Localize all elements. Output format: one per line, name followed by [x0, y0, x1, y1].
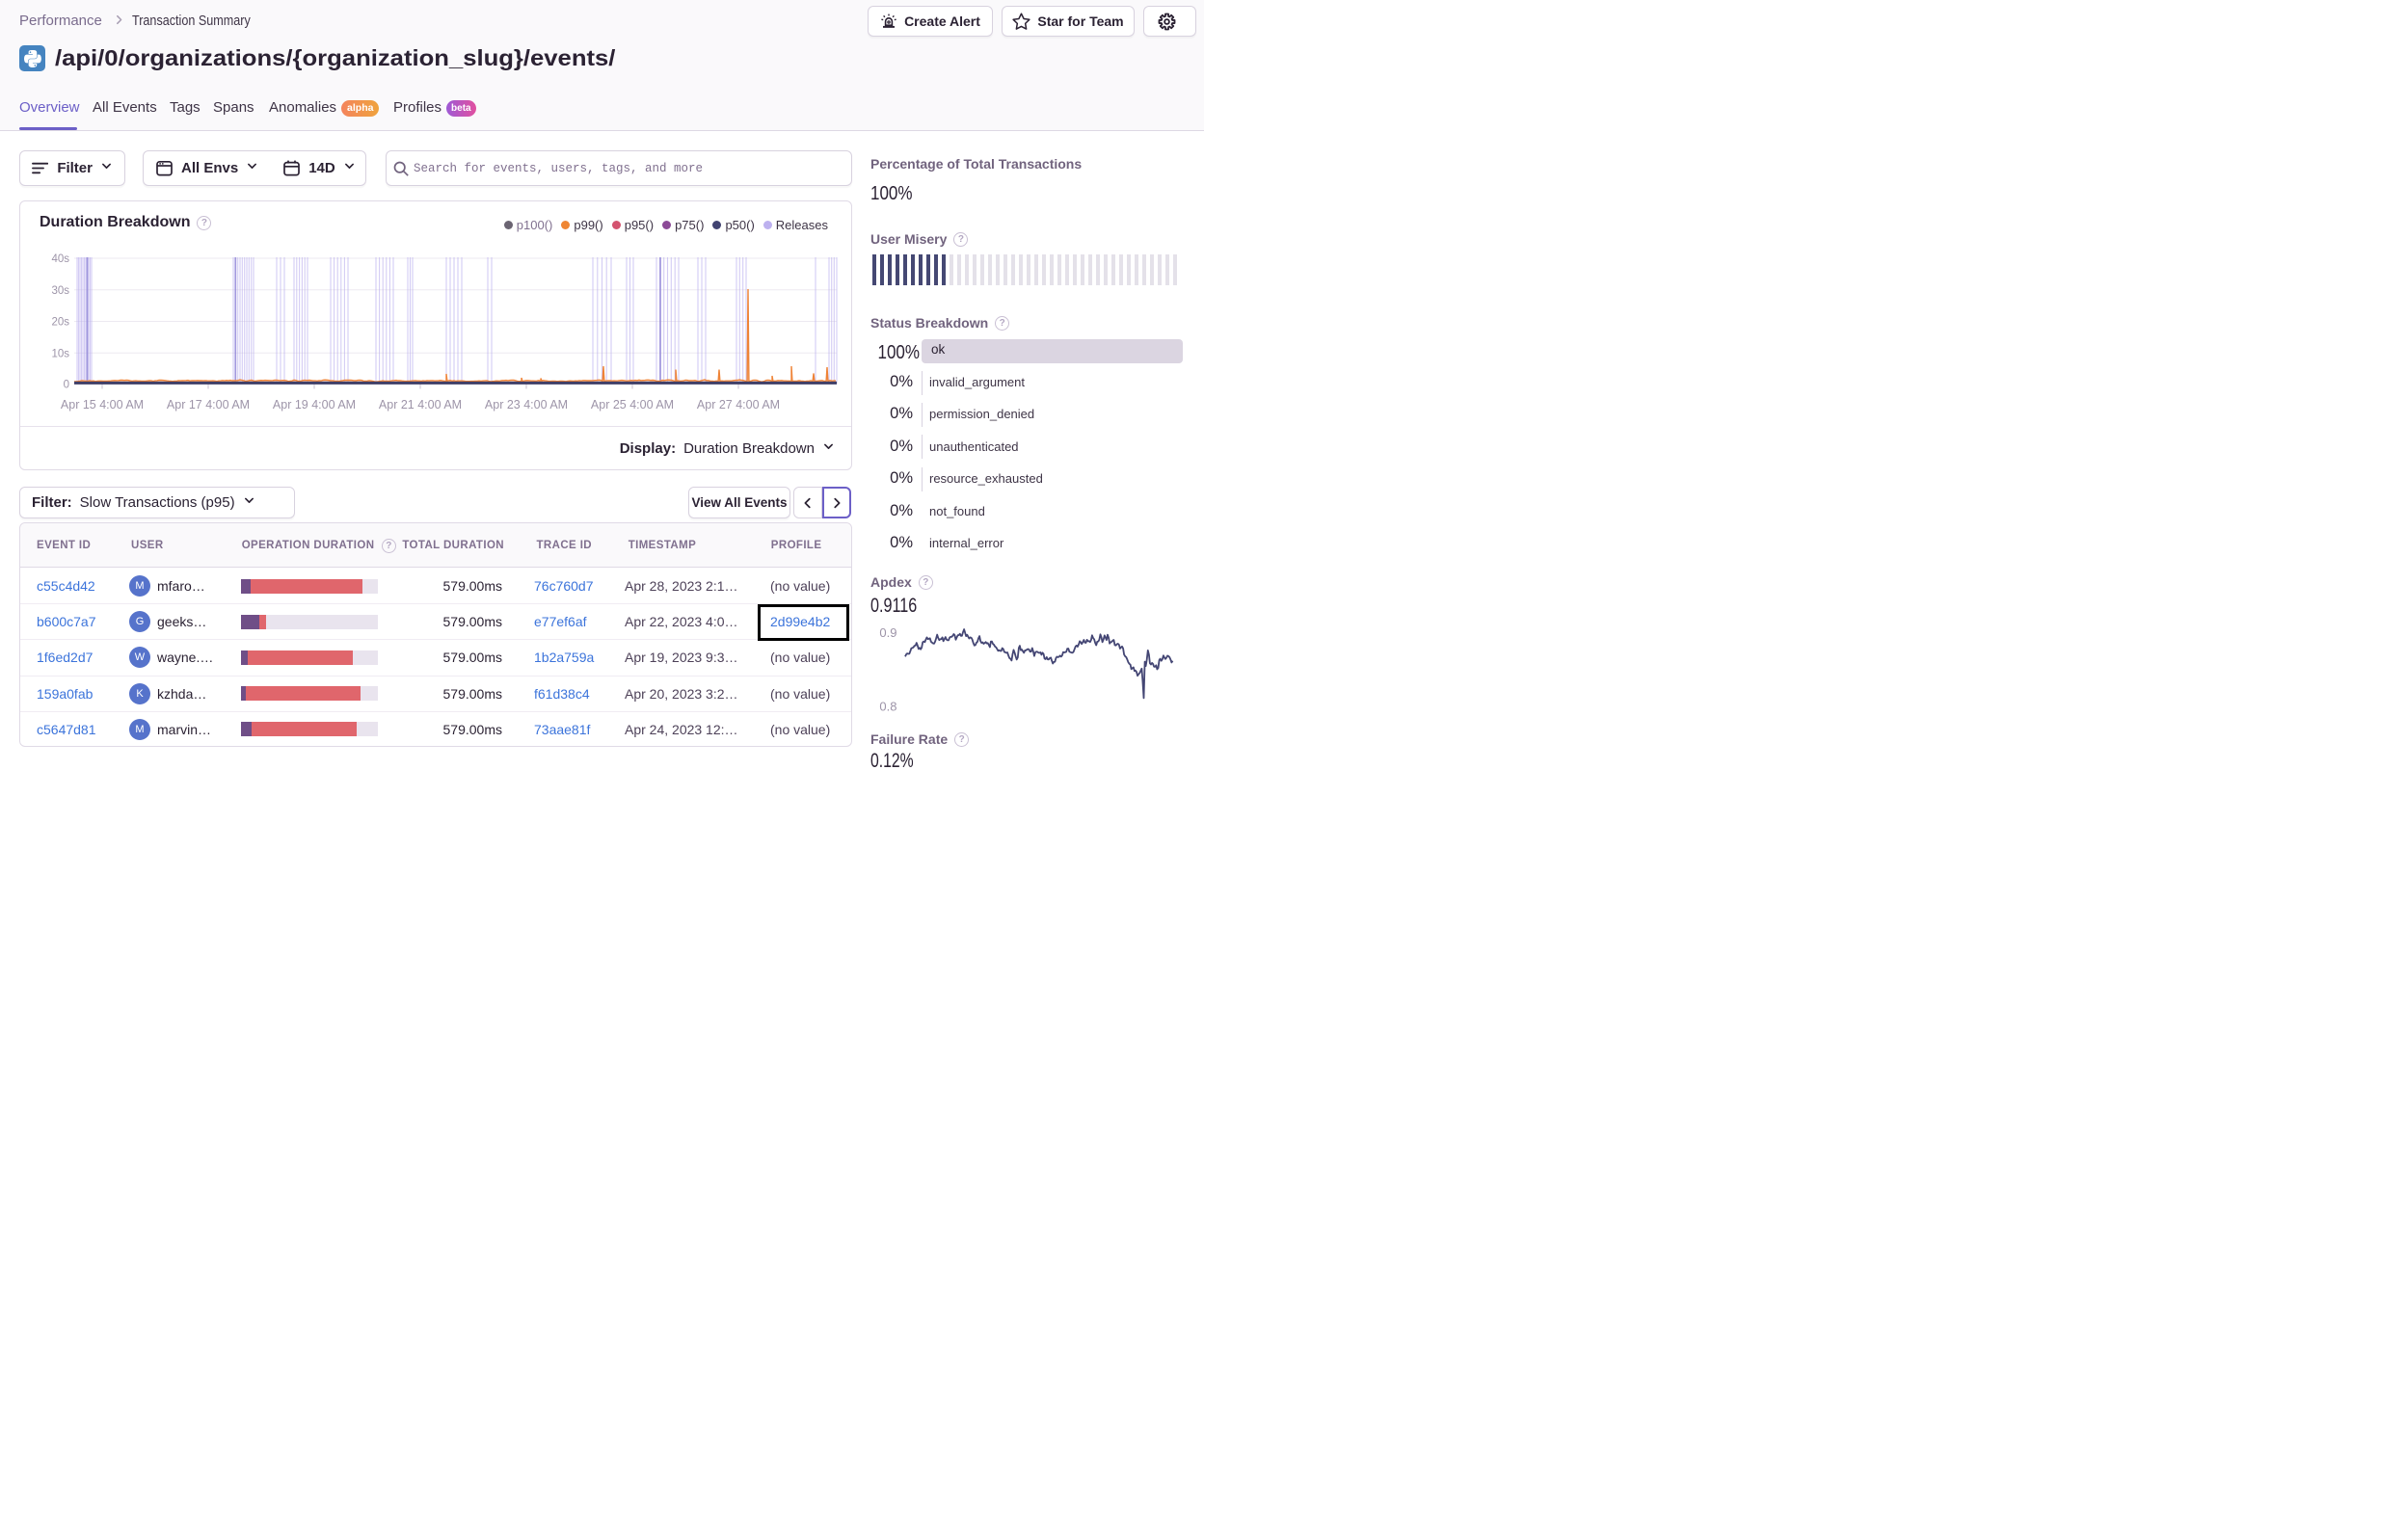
svg-text:40s: 40s	[51, 253, 69, 265]
svg-text:Apr 15 4:00 AM: Apr 15 4:00 AM	[61, 398, 144, 411]
svg-text:0: 0	[64, 380, 69, 391]
svg-text:Apr 21 4:00 AM: Apr 21 4:00 AM	[379, 398, 462, 411]
svg-text:0.9: 0.9	[879, 625, 896, 640]
svg-text:Apr 23 4:00 AM: Apr 23 4:00 AM	[485, 398, 568, 411]
svg-text:Apr 25 4:00 AM: Apr 25 4:00 AM	[591, 398, 674, 411]
svg-text:30s: 30s	[51, 285, 69, 297]
svg-text:20s: 20s	[51, 317, 69, 329]
svg-text:Apr 27 4:00 AM: Apr 27 4:00 AM	[697, 398, 780, 411]
svg-text:10s: 10s	[51, 348, 69, 359]
svg-text:Apr 19 4:00 AM: Apr 19 4:00 AM	[273, 398, 356, 411]
svg-text:0.8: 0.8	[879, 700, 896, 714]
svg-text:Apr 17 4:00 AM: Apr 17 4:00 AM	[167, 398, 250, 411]
